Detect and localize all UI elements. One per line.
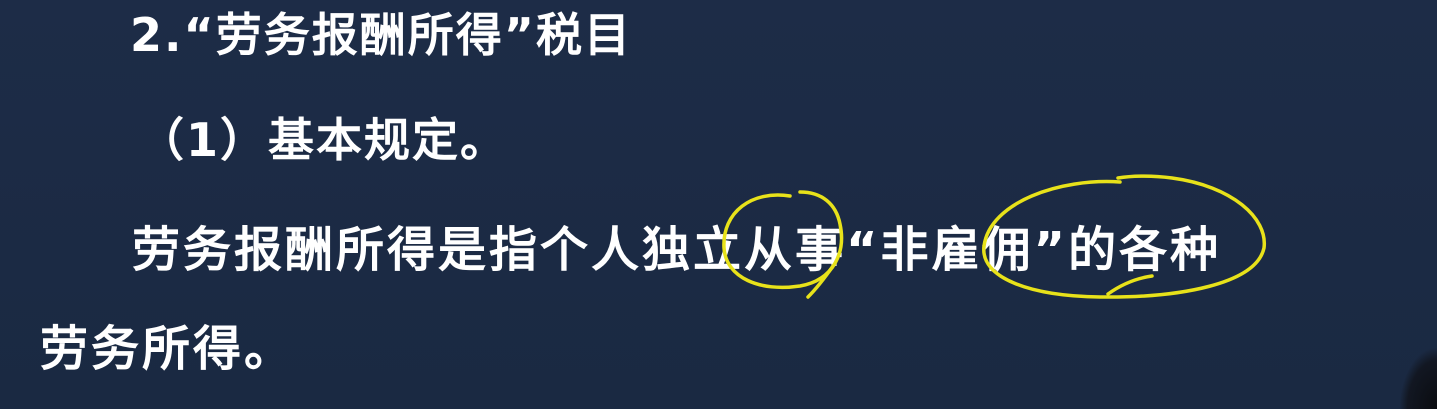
paragraph-line-1: 劳务报酬所得是指个人独立从事“非雇佣”的各种 [132, 222, 1222, 278]
section-heading: 2.“劳务报酬所得”税目 [130, 8, 632, 62]
swoosh-annotation-non-employment [1106, 274, 1154, 296]
subsection-heading: （1）基本规定。 [138, 113, 509, 167]
slide-background: 2.“劳务报酬所得”税目 （1）基本规定。 劳务报酬所得是指个人独立从事“非雇佣… [0, 0, 1437, 409]
paragraph-line-2: 劳务所得。 [40, 321, 296, 377]
presenter-silhouette [1399, 347, 1437, 409]
